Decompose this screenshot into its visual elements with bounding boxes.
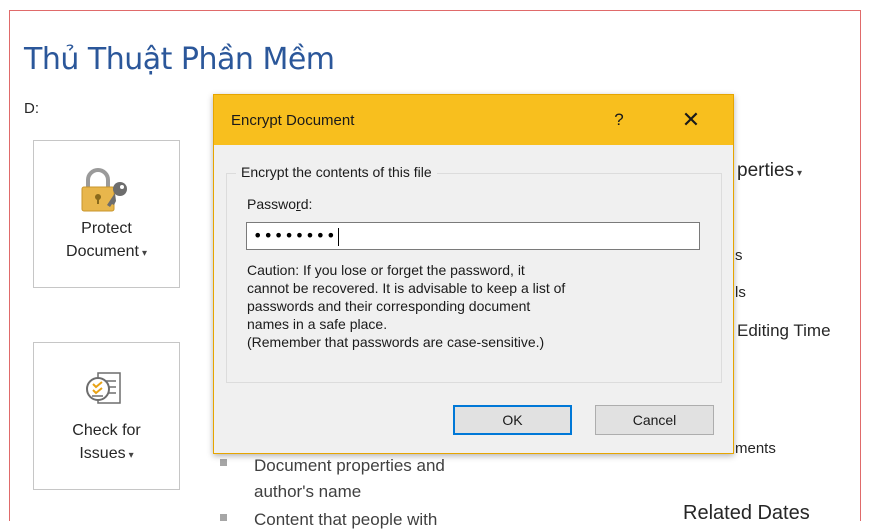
dialog-title: Encrypt Document [231, 112, 355, 129]
bullet-marker [220, 514, 227, 521]
chevron-down-icon: ▾ [797, 168, 803, 179]
inspect-item2-line1: Content that people with [254, 510, 438, 529]
password-label: Password: [247, 196, 313, 212]
check-for-issues-button[interactable]: Check for Issues ▾ [33, 342, 180, 490]
chevron-down-icon: ▾ [141, 248, 147, 259]
help-button[interactable]: ? [604, 105, 634, 135]
encrypt-document-dialog: Encrypt Document ? ✕ Encrypt the content… [213, 94, 734, 454]
text-cursor [337, 227, 339, 246]
related-dates-header: Related Dates [683, 502, 810, 524]
encrypt-groupbox-label: Encrypt the contents of this file [236, 164, 437, 180]
inspect-item-line1: Document properties and [254, 456, 445, 475]
document-title: Thủ Thuật Phần Mềm [24, 42, 335, 77]
close-button[interactable]: ✕ [676, 105, 706, 135]
property-fragment-s: s [735, 247, 743, 264]
check-for-issues-label-line1: Check for [72, 422, 141, 439]
window-border-right [860, 10, 861, 521]
ok-button[interactable]: OK [453, 405, 572, 435]
chevron-down-icon: ▾ [128, 450, 134, 461]
window-border-top [9, 10, 861, 11]
password-input[interactable]: •••••••• [246, 222, 700, 250]
property-fragment-ls: ls [735, 284, 746, 301]
property-editing-time: Editing Time [737, 321, 831, 340]
document-path: D: [24, 100, 39, 117]
protect-document-label-line2: Document ▾ [66, 243, 147, 260]
inspect-document-icon [86, 372, 121, 404]
window-border-left [9, 10, 10, 521]
property-fragment-ments: ments [735, 440, 776, 457]
protect-document-label-line1: Protect [81, 220, 132, 237]
cancel-button[interactable]: Cancel [595, 405, 714, 435]
caution-text: Caution: If you lose or forget the passw… [247, 262, 566, 350]
bullet-marker [220, 459, 227, 466]
lock-key-icon [81, 168, 127, 212]
protect-document-button[interactable]: Protect Document ▾ [33, 140, 180, 288]
dialog-titlebar: Encrypt Document ? ✕ [214, 95, 733, 145]
inspect-item-line2: author's name [254, 482, 362, 501]
check-for-issues-label-line2: Issues ▾ [79, 445, 134, 462]
properties-header[interactable]: perties ▾ [737, 160, 802, 182]
